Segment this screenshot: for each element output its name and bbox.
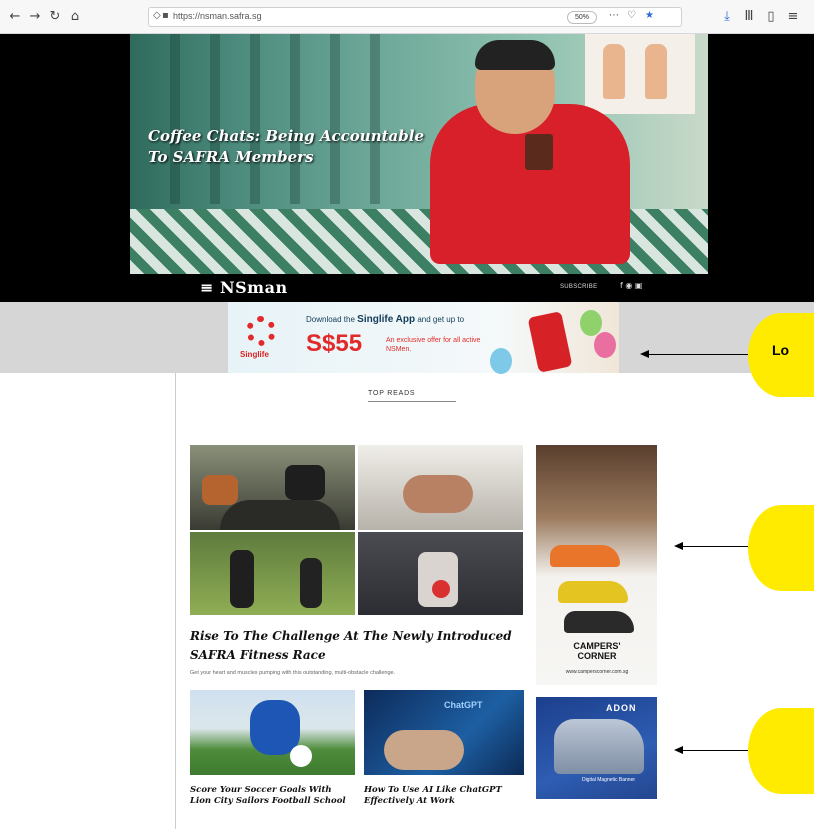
url-text[interactable]: https://nsman.safra.sg: [173, 11, 262, 21]
chatgpt-logo-icon: ChatGPT: [444, 700, 483, 710]
hero-headline[interactable]: Coffee Chats: Being Accountable To SAFRA…: [148, 126, 448, 168]
bookmark-star-icon[interactable]: ★: [645, 10, 654, 21]
adon-ad[interactable]: ADON Digital Magnetic Banner: [536, 697, 657, 799]
back-icon[interactable]: ←: [6, 8, 24, 26]
arrow-line: [680, 546, 750, 547]
article-title[interactable]: How To Use AI Like ChatGPT Effectively A…: [364, 785, 524, 807]
shoe-image: [564, 611, 634, 633]
social-icons[interactable]: f ◉ ▣: [620, 281, 642, 290]
featured-desc: Get your heart and muscles pumping with …: [190, 670, 396, 676]
adon-text: Digital Magnetic Banner: [581, 777, 636, 783]
callout-bubble: [748, 708, 814, 794]
shoe-image: [550, 545, 620, 567]
zoom-level[interactable]: 50%: [567, 11, 597, 24]
page-actions-icon[interactable]: ⋯: [609, 10, 619, 21]
hands-figure: [384, 730, 464, 770]
singlife-amount: S$55: [306, 330, 363, 357]
runner-figure: [230, 550, 254, 608]
section-title: TOP READS: [368, 390, 416, 397]
coffee-cup: [525, 134, 553, 170]
tire-shape: [220, 500, 340, 530]
singlife-sub: An exclusive offer for all active NSMen.: [386, 337, 481, 353]
download-icon[interactable]: ⤓: [718, 8, 736, 26]
library-icon[interactable]: Ⅲ: [740, 8, 758, 26]
pocket-icon[interactable]: ♡: [627, 10, 636, 21]
featured-image-run[interactable]: [190, 532, 355, 615]
offer-pre: Download the: [306, 315, 358, 324]
offer-app: Singlife App: [357, 314, 416, 325]
runner-figure: [285, 465, 325, 500]
singlife-ad[interactable]: Singlife Download the Singlife App and g…: [228, 302, 619, 374]
car-image: [554, 719, 644, 774]
person-hair: [475, 40, 555, 70]
balloon-icon: [490, 348, 512, 374]
reload-icon[interactable]: ↻: [46, 8, 64, 26]
campers-website: www.camperscorner.com.sg: [565, 669, 629, 675]
singlife-offer-line: Download the Singlife App and get up to: [306, 314, 464, 325]
callout-bubble: [748, 505, 814, 591]
featured-image-gym[interactable]: [358, 445, 523, 530]
adon-title: ADON: [606, 703, 637, 713]
phone-image: [527, 311, 573, 373]
site-logo[interactable]: ≡ NSman: [200, 278, 288, 297]
player-figure: [250, 700, 300, 755]
featured-image-kettlebell[interactable]: [358, 532, 523, 615]
athlete-figure: [403, 475, 473, 513]
article-image-chatgpt[interactable]: ChatGPT: [364, 690, 524, 775]
ad-banner-band: Singlife Download the Singlife App and g…: [0, 302, 814, 374]
runner-figure: [300, 558, 322, 608]
site-navbar: ≡ NSman SUBSCRIBE f ◉ ▣: [130, 274, 708, 302]
shoe-image: [558, 581, 628, 603]
article-title[interactable]: Score Your Soccer Goals With Lion City S…: [190, 785, 350, 807]
soccer-ball: [290, 745, 312, 767]
offer-post: and get up to: [415, 315, 465, 324]
kettlebell-shape: [432, 580, 450, 598]
arrow-line: [680, 750, 750, 751]
forward-icon[interactable]: →: [26, 8, 44, 26]
runner-figure: [202, 475, 238, 505]
section-underline: [368, 401, 456, 402]
featured-image-tire[interactable]: [190, 445, 355, 530]
article-image-soccer[interactable]: [190, 690, 355, 775]
campers-corner-ad[interactable]: CAMPERS' CORNER www.camperscorner.com.sg: [536, 445, 657, 685]
featured-title[interactable]: Rise To The Challenge At The Newly Intro…: [190, 627, 520, 665]
arrow-head-icon: [674, 542, 683, 550]
home-icon[interactable]: ⌂: [66, 8, 84, 26]
callout-label: Lo: [772, 342, 790, 358]
menu-icon[interactable]: ≡: [784, 8, 802, 26]
hero-section: Coffee Chats: Being Accountable To SAFRA…: [0, 34, 814, 302]
bottles-image: [585, 34, 695, 114]
singlife-brand: Singlife: [240, 350, 269, 359]
browser-toolbar: ← → ↻ ⌂ ◇ ▪ https://nsman.safra.sg 50% ⋯…: [0, 0, 814, 34]
subscribe-link[interactable]: SUBSCRIBE: [560, 284, 597, 290]
campers-logo: CAMPERS' CORNER: [573, 641, 621, 661]
singlife-logo-icon: [246, 316, 276, 346]
arrow-head-icon: [640, 350, 649, 358]
address-bar[interactable]: ◇ ▪ https://nsman.safra.sg 50% ⋯ ♡ ★: [148, 7, 682, 27]
shield-icon[interactable]: ◇: [153, 10, 161, 21]
lock-icon[interactable]: ▪: [162, 10, 169, 21]
arrow-line: [645, 354, 753, 355]
sidebar-icon[interactable]: ▯: [762, 8, 780, 26]
balloon-icon: [580, 310, 602, 336]
balloon-icon: [594, 332, 616, 358]
content-divider: [175, 373, 176, 829]
arrow-head-icon: [674, 746, 683, 754]
